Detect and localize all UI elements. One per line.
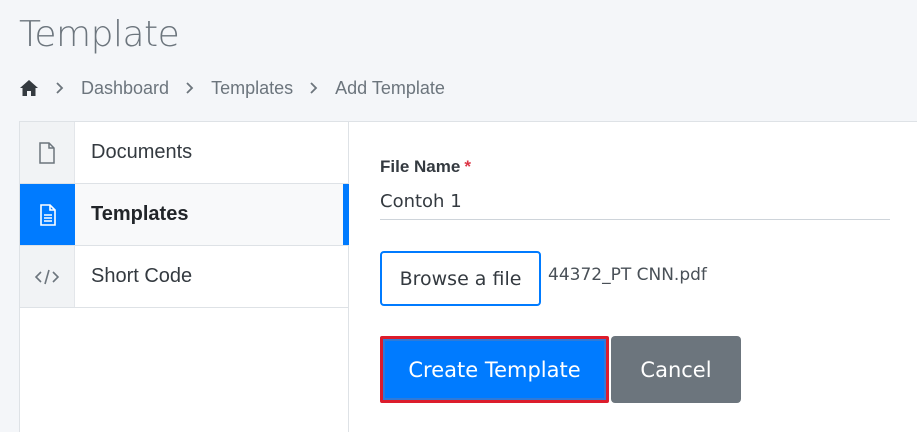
home-icon[interactable] <box>19 78 39 98</box>
selected-file-name: 44372_PT CNN.pdf <box>548 265 707 285</box>
sidebar-item-label: Documents <box>91 141 193 163</box>
file-text-icon <box>20 184 75 245</box>
chevron-right-icon <box>55 81 65 95</box>
breadcrumb-dashboard[interactable]: Dashboard <box>81 78 169 99</box>
sidebar-item-label: Short Code <box>91 265 193 287</box>
chevron-right-icon <box>309 81 319 95</box>
breadcrumb: Dashboard Templates Add Template <box>19 76 461 100</box>
sidebar-item-templates[interactable]: Templates <box>20 184 349 246</box>
required-mark: * <box>464 157 471 176</box>
sidebar-item-label: Templates <box>91 203 189 225</box>
file-icon <box>20 122 75 183</box>
code-icon <box>20 246 75 307</box>
main-card: Documents Templates Short Code File Name… <box>19 121 917 432</box>
chevron-right-icon <box>185 81 195 95</box>
create-template-button[interactable]: Create Template <box>380 336 609 403</box>
browse-file-button[interactable]: Browse a file <box>380 251 541 306</box>
sidebar-item-short-code[interactable]: Short Code <box>20 246 348 308</box>
sidebar-item-documents[interactable]: Documents <box>20 122 348 184</box>
breadcrumb-templates[interactable]: Templates <box>211 78 293 99</box>
file-name-input[interactable] <box>380 184 890 220</box>
page-title: Template <box>19 14 180 55</box>
breadcrumb-add-template: Add Template <box>335 77 445 98</box>
cancel-button[interactable]: Cancel <box>611 336 741 403</box>
file-name-label-text: File Name <box>380 157 461 176</box>
template-form: File Name* Browse a file 44372_PT CNN.pd… <box>380 122 890 432</box>
file-name-label: File Name * <box>380 157 471 177</box>
sidebar: Documents Templates Short Code <box>20 122 349 432</box>
